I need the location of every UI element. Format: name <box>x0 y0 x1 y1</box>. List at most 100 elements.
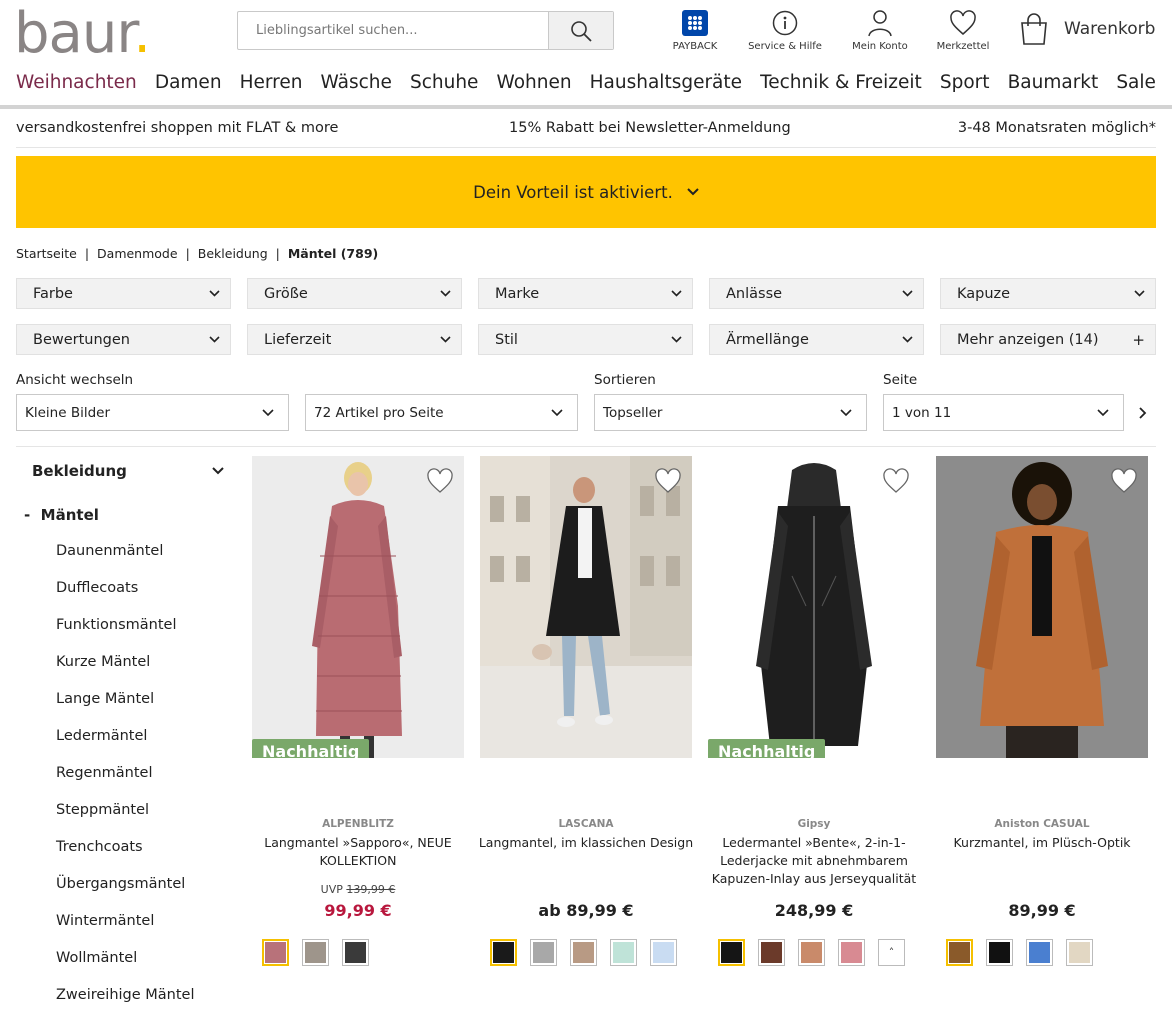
color-swatch[interactable] <box>718 939 745 966</box>
sidebar-item[interactable]: Daunenmäntel <box>56 543 195 580</box>
color-swatch[interactable] <box>1026 939 1053 966</box>
nav-item-wohnen[interactable]: Wohnen <box>496 72 571 93</box>
page-label: Seite <box>883 372 918 388</box>
filter-anlaesse[interactable]: Anlässe <box>709 278 924 309</box>
product-image[interactable] <box>936 456 1148 758</box>
filter-bewertungen[interactable]: Bewertungen <box>16 324 231 355</box>
breadcrumb-damenmode[interactable]: Damenmode <box>97 246 178 261</box>
usp-newsletter[interactable]: 15% Rabatt bei Newsletter-Anmeldung <box>509 120 791 136</box>
chevron-down-icon <box>671 290 682 297</box>
wishlist-link[interactable]: Merkzettel <box>931 8 995 52</box>
cart-label: Warenkorb <box>1064 19 1156 39</box>
filter-more-button[interactable]: Mehr anzeigen (14) + <box>940 324 1156 355</box>
color-swatch[interactable] <box>570 939 597 966</box>
sidebar-item[interactable]: Ledermäntel <box>56 728 195 765</box>
filter-stil[interactable]: Stil <box>478 324 693 355</box>
color-swatches <box>262 939 369 966</box>
color-swatch[interactable] <box>946 939 973 966</box>
color-swatch[interactable] <box>302 939 329 966</box>
product-image[interactable]: Nachhaltig <box>252 456 464 758</box>
page-select[interactable]: 1 von 11 <box>883 394 1124 431</box>
product-name[interactable]: Langmantel, im klassichen Design <box>470 834 702 852</box>
sidebar-item[interactable]: Zweireihige Mäntel <box>56 987 195 1011</box>
search-button[interactable] <box>548 12 613 49</box>
product-image[interactable] <box>480 456 692 758</box>
sidebar-item[interactable]: Wintermäntel <box>56 913 195 950</box>
sort-value: Topseller <box>603 404 663 421</box>
product-card[interactable]: Nachhaltig Gipsy Ledermantel »Bente«, 2-… <box>708 456 920 966</box>
product-photo-leather-coat <box>708 456 920 758</box>
service-link[interactable]: Service & Hilfe <box>743 8 827 52</box>
usp-installments[interactable]: 3-48 Monatsraten möglich* <box>958 120 1156 136</box>
sidebar-item[interactable]: Wollmäntel <box>56 950 195 987</box>
sidebar-item[interactable]: Trenchcoats <box>56 839 195 876</box>
filter-lieferzeit[interactable]: Lieferzeit <box>247 324 462 355</box>
wishlist-heart-icon[interactable] <box>882 468 910 494</box>
color-swatch[interactable] <box>490 939 517 966</box>
payback-link[interactable]: PAYBACK <box>664 8 726 52</box>
search-box <box>237 11 614 50</box>
nav-item-weihnachten[interactable]: Weihnachten <box>16 72 137 93</box>
sidebar-item[interactable]: Dufflecoats <box>56 580 195 617</box>
product-card[interactable]: LASCANA Langmantel, im klassichen Design… <box>479 456 693 966</box>
account-link[interactable]: Mein Konto <box>846 8 914 52</box>
nav-item-baumarkt[interactable]: Baumarkt <box>1008 72 1099 93</box>
color-swatch[interactable] <box>1066 939 1093 966</box>
product-name[interactable]: Kurzmantel, im Plüsch-Optik <box>926 834 1158 852</box>
per-page-select[interactable]: 72 Artikel pro Seite <box>305 394 578 431</box>
nav-item-damen[interactable]: Damen <box>155 72 222 93</box>
sidebar-item[interactable]: Lange Mäntel <box>56 691 195 728</box>
search-icon <box>571 20 592 42</box>
chevron-down-icon <box>440 336 451 343</box>
next-page-button[interactable] <box>1138 405 1147 424</box>
view-select[interactable]: Kleine Bilder <box>16 394 289 431</box>
sidebar-category-toggle[interactable]: Bekleidung <box>32 462 224 480</box>
breadcrumb-bekleidung[interactable]: Bekleidung <box>198 246 268 261</box>
filter-marke[interactable]: Marke <box>478 278 693 309</box>
color-swatch[interactable] <box>838 939 865 966</box>
nav-item-haushaltsgeraete[interactable]: Haushaltsgeräte <box>590 72 742 93</box>
filter-farbe[interactable]: Farbe <box>16 278 231 309</box>
nav-item-sale[interactable]: Sale <box>1116 72 1156 93</box>
sort-select[interactable]: Topseller <box>594 394 867 431</box>
color-swatch[interactable] <box>798 939 825 966</box>
sidebar-item[interactable]: Übergangsmäntel <box>56 876 195 913</box>
filter-groesse[interactable]: Größe <box>247 278 462 309</box>
color-swatch[interactable] <box>650 939 677 966</box>
wishlist-heart-icon[interactable] <box>654 468 682 494</box>
nav-item-schuhe[interactable]: Schuhe <box>410 72 478 93</box>
product-card[interactable]: Nachhaltig ALPENBLITZ Langmantel »Sappor… <box>252 456 464 966</box>
product-card[interactable]: Aniston CASUAL Kurzmantel, im Plüsch-Opt… <box>936 456 1148 966</box>
sidebar-item[interactable]: Kurze Mäntel <box>56 654 195 691</box>
color-swatch[interactable] <box>262 939 289 966</box>
color-swatch[interactable] <box>342 939 369 966</box>
breadcrumb-current: Mäntel (789) <box>287 246 379 261</box>
wishlist-heart-icon[interactable] <box>426 468 454 494</box>
filter-kapuze[interactable]: Kapuze <box>940 278 1156 309</box>
filter-aermellaenge[interactable]: Ärmellänge <box>709 324 924 355</box>
nav-item-sport[interactable]: Sport <box>940 72 990 93</box>
nav-item-waesche[interactable]: Wäsche <box>321 72 392 93</box>
advantage-banner[interactable]: Dein Vorteil ist aktiviert. <box>16 156 1156 228</box>
cart-link[interactable]: Warenkorb <box>1018 12 1155 46</box>
baur-logo[interactable]: baur. <box>14 6 151 62</box>
more-colors-button[interactable]: ˄ <box>878 939 905 966</box>
color-swatch[interactable] <box>986 939 1013 966</box>
wishlist-heart-icon[interactable] <box>1110 468 1138 494</box>
product-price: 248,99 € <box>774 901 854 920</box>
color-swatch[interactable] <box>610 939 637 966</box>
product-name[interactable]: Langmantel »Sapporo«, NEUE KOLLEKTION <box>242 834 474 870</box>
sidebar-item[interactable]: Steppmäntel <box>56 802 195 839</box>
nav-item-technik[interactable]: Technik & Freizeit <box>760 72 922 93</box>
nav-item-herren[interactable]: Herren <box>240 72 303 93</box>
search-input[interactable] <box>238 12 548 49</box>
sidebar-item[interactable]: Regenmäntel <box>56 765 195 802</box>
color-swatch[interactable] <box>758 939 785 966</box>
product-image[interactable]: Nachhaltig <box>708 456 920 758</box>
usp-flat[interactable]: versandkostenfrei shoppen mit FLAT & mor… <box>16 120 338 136</box>
color-swatch[interactable] <box>530 939 557 966</box>
breadcrumb-startseite[interactable]: Startseite <box>16 246 77 261</box>
sidebar-current-category[interactable]: - Mäntel <box>24 506 99 524</box>
product-name[interactable]: Ledermantel »Bente«, 2-in-1-Lederjacke m… <box>698 834 930 888</box>
sidebar-item[interactable]: Funktionsmäntel <box>56 617 195 654</box>
